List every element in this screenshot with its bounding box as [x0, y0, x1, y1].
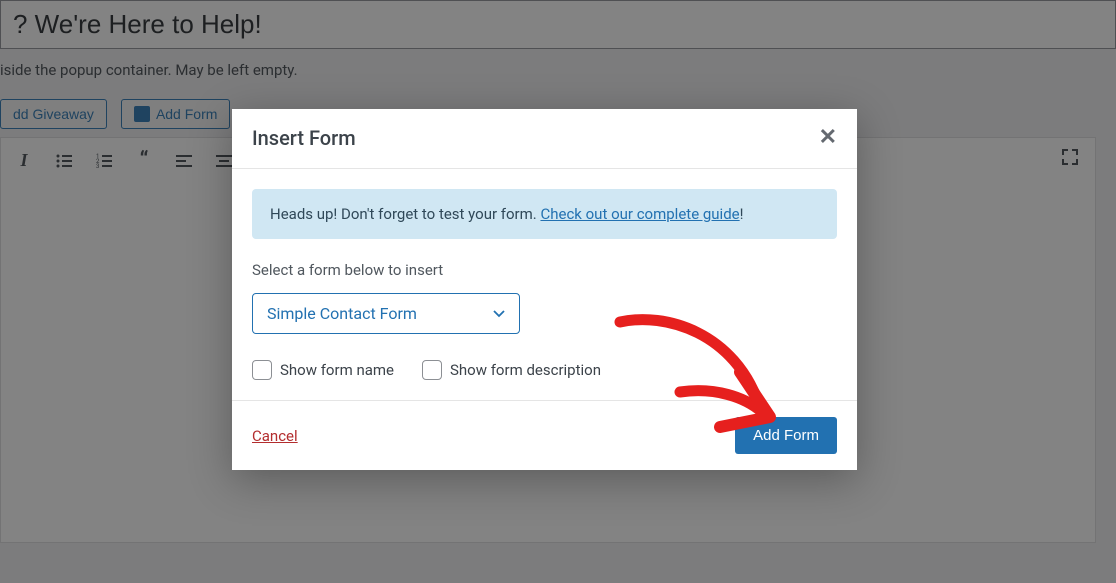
- modal-body: Heads up! Don't forget to test your form…: [232, 169, 857, 400]
- alert-guide-link[interactable]: Check out our complete guide: [540, 205, 739, 223]
- show-name-checkbox[interactable]: [252, 360, 272, 380]
- modal-footer: Cancel Add Form: [232, 400, 857, 470]
- modal-header: Insert Form ✕: [232, 109, 857, 169]
- show-desc-group: Show form description: [422, 360, 601, 380]
- checkbox-options: Show form name Show form description: [252, 360, 837, 380]
- cancel-button[interactable]: Cancel: [252, 427, 298, 445]
- form-select-dropdown[interactable]: Simple Contact Form: [252, 293, 520, 334]
- show-name-label: Show form name: [280, 361, 394, 379]
- chevron-down-icon: [493, 308, 505, 320]
- alert-suffix: !: [740, 205, 744, 223]
- modal-title: Insert Form: [252, 126, 356, 150]
- add-form-button[interactable]: Add Form: [735, 417, 837, 454]
- show-name-group: Show form name: [252, 360, 394, 380]
- heads-up-alert: Heads up! Don't forget to test your form…: [252, 189, 837, 239]
- close-icon[interactable]: ✕: [819, 125, 837, 150]
- select-form-label: Select a form below to insert: [252, 261, 837, 279]
- show-desc-checkbox[interactable]: [422, 360, 442, 380]
- show-desc-label: Show form description: [450, 361, 601, 379]
- selected-form-name: Simple Contact Form: [267, 304, 417, 323]
- alert-prefix: Heads up! Don't forget to test your form…: [270, 205, 540, 223]
- insert-form-modal: Insert Form ✕ Heads up! Don't forget to …: [232, 109, 857, 470]
